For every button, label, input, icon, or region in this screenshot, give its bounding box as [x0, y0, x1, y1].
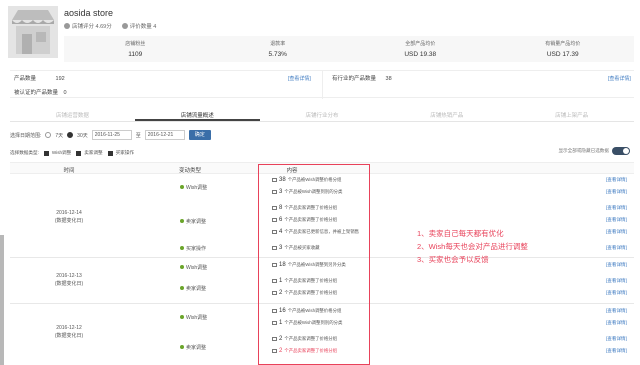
row-date-note: (数据变化日) — [54, 281, 84, 287]
data-type-label: 选择数据类型: — [10, 150, 39, 155]
row-date: 2016-12-13 — [56, 273, 82, 279]
tab-hot-products[interactable]: 店铺热销产品 — [384, 108, 509, 121]
store-name: aosida store — [64, 8, 114, 18]
checkbox-buyer[interactable] — [107, 150, 113, 156]
tab-industry-distribution[interactable]: 店铺行业分布 — [260, 108, 385, 121]
product-counts: 产品数量 192 [查看详情] 有行业的产品数量 38 [查看详情] 被认证的产… — [10, 70, 634, 99]
detail-link[interactable]: [查看详情] — [606, 189, 627, 195]
toggle-label: 显示全部或隐藏已选数据 — [558, 148, 609, 153]
detail-link[interactable]: [查看详情] — [606, 205, 627, 211]
col-type: 变动类型 — [178, 168, 201, 174]
detail-link[interactable]: [查看详情] — [606, 177, 627, 183]
detail-link[interactable]: [查看详情] — [606, 320, 627, 326]
tab-traffic-overview[interactable]: 店铺流量概述 — [134, 108, 260, 121]
end-date-input[interactable]: 2016-12-21 — [144, 130, 185, 140]
display-toggle[interactable] — [612, 147, 630, 155]
stat-avg-price: 全部产品均价 USD 19.38 — [404, 41, 437, 58]
rating-icon — [64, 23, 70, 29]
stat-refund: 退款率 5.73% — [268, 41, 287, 58]
divider — [322, 71, 323, 99]
start-date-input[interactable]: 2016-11-25 — [91, 130, 132, 140]
detail-link[interactable]: [查看详情] — [606, 278, 627, 284]
detail-link[interactable]: [查看详情] — [606, 308, 627, 314]
tab-bar: 店铺运营数据 店铺流量概述 店铺行业分布 店铺热销产品 店铺上架产品 — [10, 108, 634, 122]
certified-product-label: 被认证的产品数量 — [14, 90, 59, 96]
product-count-detail-link[interactable]: [查看详情] — [288, 75, 311, 82]
certified-product-value: 0 — [63, 90, 67, 96]
change-type: Wish调整 — [186, 185, 208, 191]
detail-link[interactable]: [查看详情] — [606, 290, 627, 296]
store-analytics-page: aosida store 店铺评分 4.69分 评价数量 4 店铺粉丝 1109 … — [0, 0, 640, 365]
row-date-note: (数据变化日) — [54, 218, 84, 224]
annotation-note-1: 1、卖家自己每天都有优化 — [417, 229, 504, 238]
change-type: 卖家调整 — [186, 345, 207, 351]
radio-7days[interactable] — [45, 132, 52, 138]
annotation-note-3: 3、买家也会予以反馈 — [417, 255, 489, 264]
change-type: 买家操作 — [186, 246, 207, 252]
store-review-count: 评价数量 4 — [129, 24, 157, 30]
sales-product-label: 有行业的产品数量 — [332, 76, 377, 82]
left-edge-bar — [0, 235, 4, 365]
detail-link[interactable]: [查看详情] — [606, 245, 627, 251]
sales-product-detail-link[interactable]: [查看详情] — [608, 75, 631, 82]
confirm-button[interactable]: 确定 — [188, 130, 211, 140]
stat-avg-sold-price: 有销量产品均价 USD 17.39 — [545, 41, 581, 58]
tab-listed-products[interactable]: 店铺上架产品 — [509, 108, 634, 121]
row-date: 2016-12-14 — [56, 210, 82, 216]
change-type: 卖家调整 — [186, 286, 207, 292]
store-header: aosida store 店铺评分 4.69分 评价数量 4 店铺粉丝 1109 … — [0, 0, 640, 66]
store-stats: 店铺粉丝 1109 退款率 5.73% 全部产品均价 USD 19.38 有销量产品均… — [64, 36, 634, 62]
storefront-icon — [8, 6, 58, 58]
store-meta: 店铺评分 4.69分 评价数量 4 — [64, 22, 156, 30]
change-type: Wish调整 — [186, 315, 208, 321]
detail-link[interactable]: [查看详情] — [606, 229, 627, 235]
row-date: 2016-12-12 — [56, 325, 82, 331]
col-time: 时间 — [63, 168, 75, 174]
detail-link[interactable]: [查看详情] — [606, 262, 627, 268]
date-range-label: 选择日期范围: — [10, 132, 42, 139]
row-date-note: (数据变化日) — [54, 333, 84, 339]
tab-operation-data[interactable]: 店铺运营数据 — [10, 108, 135, 121]
checkbox-wish[interactable] — [43, 150, 49, 156]
highlight-box — [258, 164, 370, 365]
checkbox-seller[interactable] — [76, 150, 82, 156]
detail-link[interactable]: [查看详情] — [606, 217, 627, 223]
change-type: 卖家调整 — [186, 219, 207, 225]
store-rating: 店铺评分 4.69分 — [72, 24, 112, 30]
annotation-note-2: 2、Wish每天也会对产品进行调整 — [417, 242, 528, 251]
product-count-label: 产品数量 — [14, 76, 37, 82]
radio-30days[interactable] — [67, 132, 74, 138]
sales-product-value: 38 — [385, 76, 392, 82]
detail-link[interactable]: [查看详情] — [606, 336, 627, 342]
detail-link[interactable]: [查看详情] — [606, 348, 627, 354]
date-filter: 选择日期范围: 7天 30天 2016-11-25 至 2016-12-21 确… — [10, 128, 634, 142]
review-icon — [121, 23, 128, 29]
product-count-value: 192 — [55, 76, 65, 82]
change-type: Wish调整 — [186, 265, 208, 271]
stat-fans: 店铺粉丝 1109 — [125, 41, 146, 58]
data-type-filter: 选择数据类型: Wish调整 卖家调整 买家操作 显示全部或隐藏已选数据 — [10, 147, 634, 159]
